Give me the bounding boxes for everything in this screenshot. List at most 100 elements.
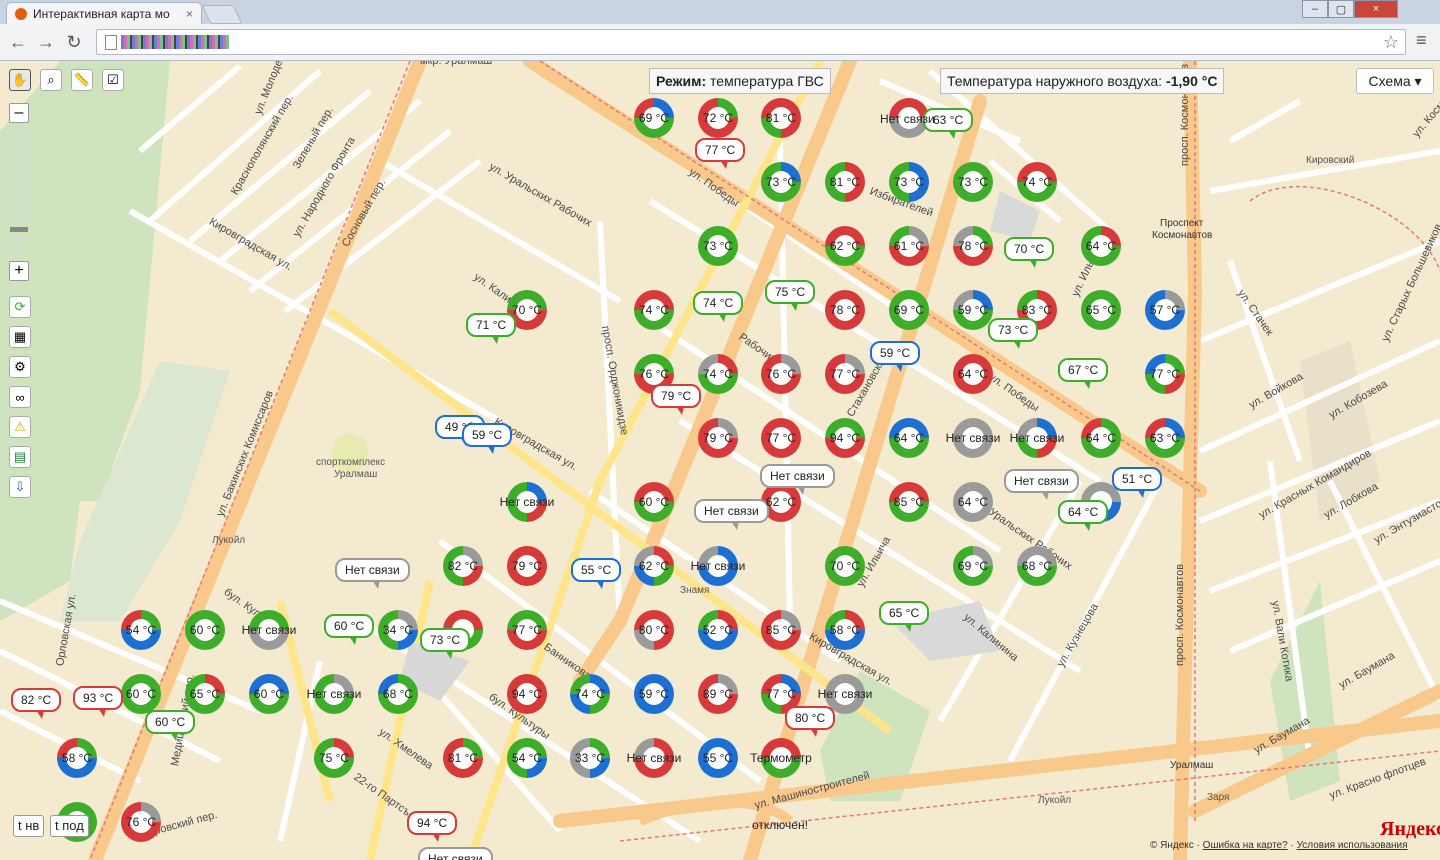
sensor-ring-marker[interactable]: 64 °C [953, 482, 993, 522]
sensor-ring-marker[interactable]: 79 °C [507, 546, 547, 586]
sensor-ring-marker[interactable]: 80 °C [634, 610, 674, 650]
tab-close-icon[interactable]: × [186, 7, 193, 21]
zoom-out-button[interactable]: – [9, 103, 29, 123]
temperature-callout[interactable]: 73 °C [988, 318, 1039, 349]
temperature-callout[interactable]: 80 °C [785, 706, 836, 737]
sensor-ring-marker[interactable]: 85 °C [889, 482, 929, 522]
sensor-ring-marker[interactable]: 77 °C [507, 610, 547, 650]
sensor-ring-marker[interactable]: Нет связи [307, 674, 361, 714]
temperature-callout[interactable]: 59 °C [462, 423, 513, 454]
sensor-ring-marker[interactable]: Нет связи [627, 738, 681, 778]
hand-icon[interactable]: ✋ [9, 69, 31, 91]
temperature-callout[interactable]: 75 °C [765, 280, 816, 311]
error-link[interactable]: Ошибка на карте? [1203, 840, 1288, 851]
zoom-control[interactable]: – + [9, 103, 29, 283]
terms-link[interactable]: Условия использования [1297, 840, 1408, 851]
temperature-callout[interactable]: Нет связи [418, 847, 493, 860]
temperature-callout[interactable]: 60 °C [145, 710, 196, 741]
export-icon[interactable]: ⇩ [9, 476, 31, 498]
sensor-ring-marker[interactable]: 74 °C [634, 290, 674, 330]
sensor-ring-marker[interactable]: 64 °C [953, 354, 993, 394]
temperature-callout[interactable]: 59 °C [870, 341, 921, 372]
zoom-in-button[interactable]: + [9, 261, 29, 281]
sensor-ring-marker[interactable]: 81 °C [443, 738, 483, 778]
sensor-ring-marker[interactable]: 77 °C [1145, 354, 1185, 394]
sensor-ring-marker[interactable]: Нет связи [500, 482, 554, 522]
sensor-ring-marker[interactable]: 70 °C [825, 546, 865, 586]
sensor-ring-marker[interactable]: 60 °C [121, 674, 161, 714]
temperature-callout[interactable]: Нет связи [335, 558, 410, 589]
sensor-ring-marker[interactable]: 74 °C [570, 674, 610, 714]
new-tab-button[interactable] [201, 5, 243, 24]
sensor-ring-marker[interactable]: 78 °C [825, 290, 865, 330]
sensor-ring-marker[interactable]: 60 °C [185, 610, 225, 650]
menu-icon[interactable]: ≡ [1416, 30, 1427, 51]
sensor-ring-marker[interactable]: 77 °C [825, 354, 865, 394]
temperature-callout[interactable]: 74 °C [693, 291, 744, 322]
temperature-callout[interactable]: 64 °C [1058, 500, 1109, 531]
sensor-ring-marker[interactable]: 68 °C [1017, 546, 1057, 586]
warning-icon[interactable]: ⚠ [9, 416, 31, 438]
sensor-ring-marker[interactable]: 79 °C [698, 418, 738, 458]
browser-tab[interactable]: Интерактивная карта мо × [6, 2, 202, 24]
sensor-ring-marker[interactable]: 74 °C [1017, 162, 1057, 202]
sensor-ring-marker[interactable]: 65 °C [1081, 290, 1121, 330]
checklist-icon[interactable]: ☑ [102, 69, 124, 91]
sensor-ring-marker[interactable]: 75 °C [314, 738, 354, 778]
sensor-ring-marker[interactable]: 34 °C [378, 610, 418, 650]
bookmark-star-icon[interactable]: ☆ [1383, 32, 1399, 53]
excel-icon[interactable]: ▤ [9, 446, 31, 468]
temperature-callout[interactable]: 51 °C [1112, 467, 1163, 498]
sensor-ring-marker[interactable]: 76 °C [121, 802, 161, 842]
sensor-ring-marker[interactable]: 54 °C [507, 738, 547, 778]
zoom-handle[interactable] [10, 227, 28, 232]
sensor-ring-marker[interactable]: 64 °C [1081, 226, 1121, 266]
forward-arrow-icon[interactable]: → [34, 30, 58, 54]
ruler-icon[interactable]: 📏 [71, 69, 93, 91]
sensor-ring-marker[interactable]: 89 °C [698, 674, 738, 714]
sensor-ring-marker[interactable]: 77 °C [761, 418, 801, 458]
scheme-dropdown[interactable]: Схема ▾ [1356, 68, 1434, 94]
sensor-ring-marker[interactable]: 65 °C [185, 674, 225, 714]
sensor-ring-marker[interactable]: 59 °C [634, 674, 674, 714]
temperature-callout[interactable]: Нет связи [1004, 469, 1079, 500]
sensor-ring-marker[interactable]: 69 °C [953, 546, 993, 586]
sensor-ring-marker[interactable]: 73 °C [889, 162, 929, 202]
back-arrow-icon[interactable]: ← [6, 30, 30, 54]
reload-icon[interactable]: ↻ [62, 30, 86, 54]
sensor-ring-marker[interactable]: 60 °C [634, 482, 674, 522]
sensor-ring-marker[interactable]: 94 °C [825, 418, 865, 458]
sensor-ring-marker[interactable]: 59 °C [953, 290, 993, 330]
sensor-ring-marker[interactable]: 33 °C [570, 738, 610, 778]
temperature-callout[interactable]: 82 °C [11, 688, 62, 719]
temperature-callout[interactable]: 94 °C [407, 811, 458, 842]
refresh-icon[interactable]: ⟳ [9, 296, 31, 318]
sensor-ring-marker[interactable]: 62 °C [634, 546, 674, 586]
temperature-callout[interactable]: 79 °C [651, 384, 702, 415]
sensor-ring-marker[interactable]: 63 °C [1145, 418, 1185, 458]
sensor-ring-marker[interactable]: 68 °C [378, 674, 418, 714]
sensor-ring-marker[interactable]: Термометр [750, 738, 812, 778]
sensor-ring-marker[interactable]: 58 °C [825, 610, 865, 650]
address-bar[interactable]: ☆ [96, 29, 1406, 55]
no-link-label[interactable]: Нет связи [880, 112, 935, 126]
close-window-button[interactable]: × [1354, 0, 1398, 18]
sensor-ring-marker[interactable]: Нет связи [691, 546, 745, 586]
minimize-button[interactable]: – [1302, 0, 1328, 18]
sensor-ring-marker[interactable]: 60 °C [249, 674, 289, 714]
maximize-button[interactable]: ▢ [1328, 0, 1354, 18]
sensor-ring-marker[interactable]: 62 °C [825, 226, 865, 266]
pipe-icon[interactable]: ⚙ [9, 356, 31, 378]
sensor-ring-marker[interactable]: 73 °C [761, 162, 801, 202]
temperature-callout[interactable]: Нет связи [760, 464, 835, 495]
sensor-ring-marker[interactable]: 81 °C [761, 98, 801, 138]
temperature-callout[interactable]: 65 °C [879, 601, 930, 632]
sensor-ring-marker[interactable]: 57 °C [1145, 290, 1185, 330]
sensor-ring-marker[interactable]: 64 °C [1081, 418, 1121, 458]
binoculars-icon[interactable]: ∞ [9, 386, 31, 408]
sensor-ring-marker[interactable]: 72 °C [698, 98, 738, 138]
sensor-ring-marker[interactable]: 94 °C [507, 674, 547, 714]
sensor-ring-marker[interactable]: 76 °C [761, 354, 801, 394]
sensor-ring-marker[interactable]: 85 °C [761, 610, 801, 650]
sensor-ring-marker[interactable]: 55 °C [698, 738, 738, 778]
